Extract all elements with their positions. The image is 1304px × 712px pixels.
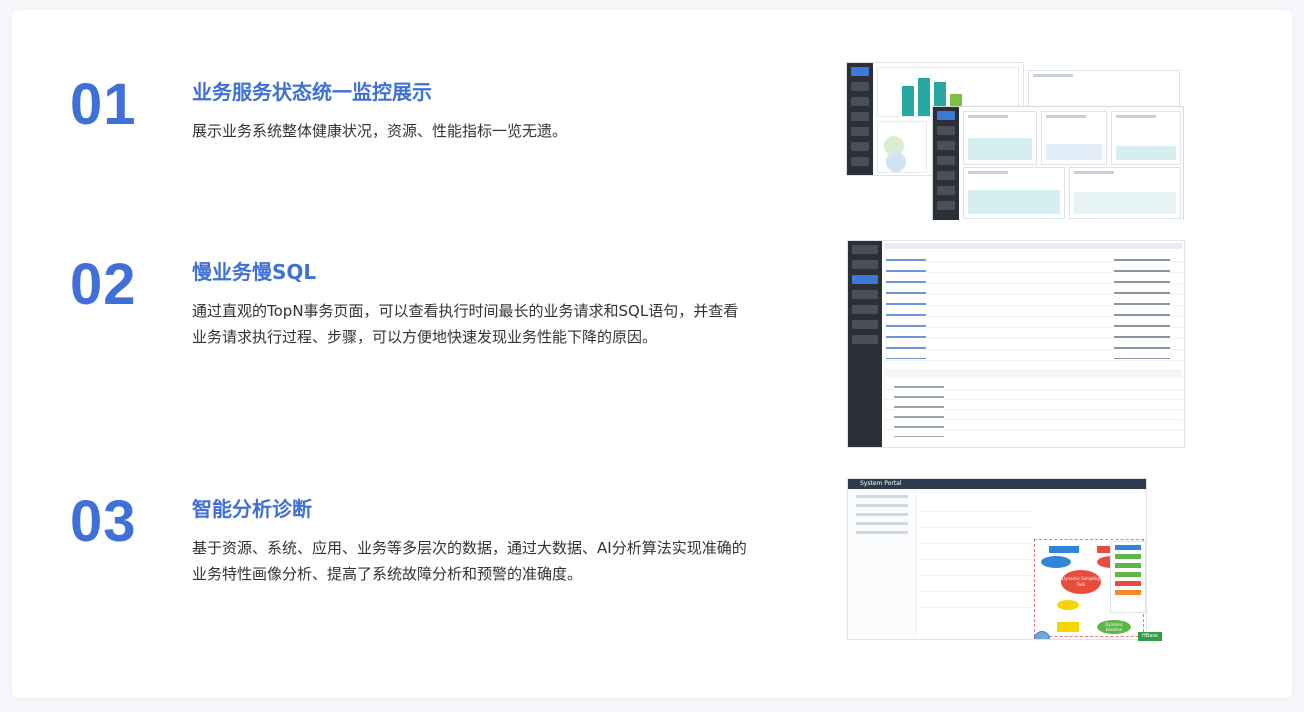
section-number: 03 [70,489,137,554]
flow-node-baseline: Dynamic baseline [1097,620,1131,634]
hbase-node: HBase [1138,632,1162,641]
section-description: 展示业务系统整体健康状况，资源、性能指标一览无遗。 [192,122,568,140]
topn-screenshot [847,240,1185,448]
section-number: 01 [70,72,137,137]
section-description: 通过直观的TopN事务页面，可以查看执行时间最长的业务请求和SQL语句，并查看业… [192,302,739,346]
portal-header: System Portal [860,480,902,487]
dashboard-screenshot [846,62,1184,220]
data-source-icon [1034,631,1050,639]
section-title: 智能分析诊断 [192,497,312,521]
section-description: 基于资源、系统、应用、业务等多层次的数据，通过大数据、AI分析算法实现准确的业务… [192,539,747,583]
portal-screenshot: System Portal Dynamic Sampling Task Dyna… [847,478,1147,640]
section-title: 慢业务慢SQL [192,260,317,284]
flow-node-sampling: Dynamic Sampling Task [1061,570,1101,594]
section-number: 02 [70,252,137,317]
section-title: 业务服务状态统一监控展示 [192,80,432,104]
content-card: 01 业务服务状态统一监控展示 展示业务系统整体健康状况，资源、性能指标一览无遗… [12,10,1292,698]
